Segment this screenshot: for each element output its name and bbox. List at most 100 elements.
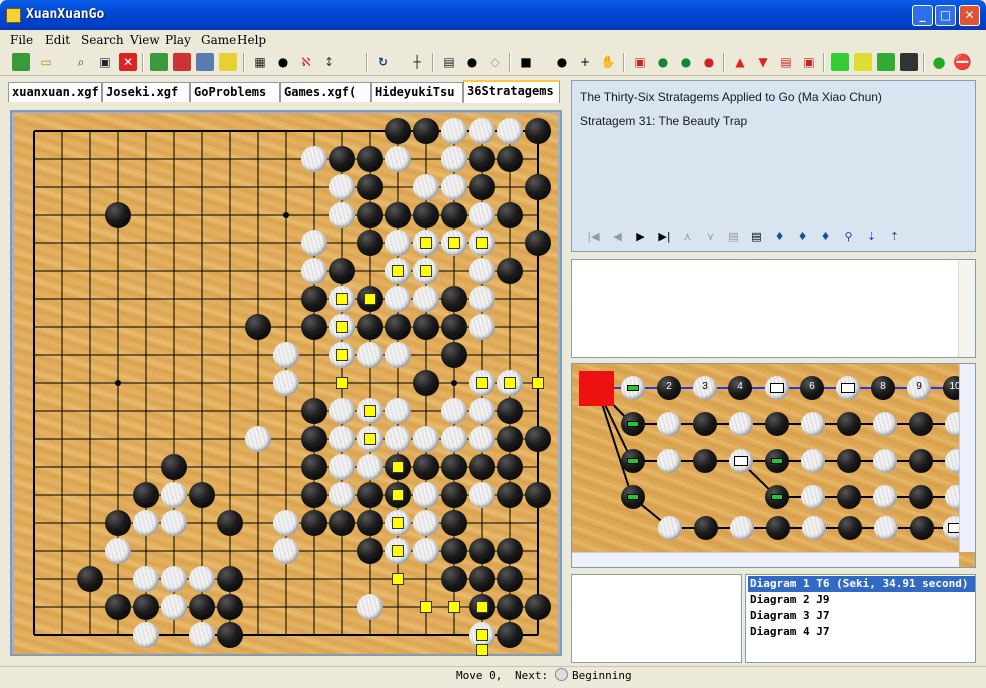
variation-item[interactable]: Diagram 4 J7 bbox=[748, 624, 975, 640]
arrow-up-icon[interactable]: ▲ bbox=[731, 53, 749, 71]
tree-node[interactable] bbox=[837, 412, 861, 436]
grid-icon[interactable] bbox=[150, 53, 168, 71]
engine-4-icon[interactable] bbox=[900, 53, 918, 71]
tree-node[interactable] bbox=[765, 412, 789, 436]
variation-item[interactable]: Diagram 3 J7 bbox=[748, 608, 975, 624]
stones-icon[interactable]: ● bbox=[553, 53, 571, 71]
minimize-button[interactable]: _ bbox=[912, 5, 933, 26]
tree-node[interactable] bbox=[766, 516, 790, 540]
tree-node[interactable] bbox=[694, 516, 718, 540]
rotate-icon[interactable]: ↻ bbox=[374, 53, 392, 71]
next-variation-icon[interactable]: ⋎ bbox=[700, 228, 721, 246]
comment-box[interactable] bbox=[571, 259, 976, 358]
open-folder-icon[interactable]: ▭ bbox=[37, 53, 55, 71]
tree-root-node[interactable] bbox=[579, 371, 614, 406]
tree-node[interactable] bbox=[658, 516, 682, 540]
board-view-icon[interactable] bbox=[196, 53, 214, 71]
arrow-down-icon[interactable]: ▼ bbox=[754, 53, 772, 71]
move-number-icon[interactable]: ● bbox=[274, 53, 292, 71]
tree-node[interactable] bbox=[909, 485, 933, 509]
tree-node[interactable] bbox=[838, 516, 862, 540]
engine-1-icon[interactable] bbox=[831, 53, 849, 71]
tree-node[interactable] bbox=[729, 412, 753, 436]
tab-hideyukitsu[interactable]: HideyukiTsu bbox=[371, 82, 463, 102]
search-up-icon[interactable]: ⇡ bbox=[884, 228, 905, 246]
flip-axis-icon[interactable]: ┼ bbox=[408, 53, 426, 71]
go-board[interactable] bbox=[14, 113, 558, 657]
coordinates-icon[interactable]: ℵ bbox=[297, 53, 315, 71]
binoculars-icon[interactable]: ⚲ bbox=[838, 228, 859, 246]
tree-node[interactable] bbox=[873, 449, 897, 473]
grid-red-icon[interactable] bbox=[173, 53, 191, 71]
branch-jump-icon[interactable]: ♦ bbox=[815, 228, 836, 246]
last-move-icon[interactable]: ▶| bbox=[654, 228, 675, 246]
tree-node[interactable] bbox=[836, 376, 860, 400]
menu-help[interactable]: Help bbox=[237, 33, 266, 47]
first-move-icon[interactable]: |◀ bbox=[583, 228, 604, 246]
tree-node[interactable] bbox=[801, 412, 825, 436]
play-mode-icon[interactable]: ● bbox=[654, 53, 672, 71]
tree-horizontal-scrollbar[interactable] bbox=[572, 552, 959, 567]
tab-joseki[interactable]: Joseki.xgf bbox=[102, 82, 190, 102]
tree-node[interactable] bbox=[693, 449, 717, 473]
menu-play[interactable]: Play bbox=[165, 33, 191, 47]
variation-item[interactable]: Diagram 2 J9 bbox=[748, 592, 975, 608]
tree-vertical-scrollbar[interactable] bbox=[959, 364, 975, 552]
menu-edit[interactable]: Edit bbox=[45, 33, 70, 47]
board-icon[interactable]: ▦ bbox=[251, 53, 269, 71]
tree-node[interactable] bbox=[621, 412, 645, 436]
tree-node[interactable] bbox=[765, 376, 789, 400]
tree-node[interactable] bbox=[873, 412, 897, 436]
comment-scrollbar[interactable] bbox=[958, 260, 975, 357]
comment-icon[interactable]: ▤ bbox=[777, 53, 795, 71]
tree-node[interactable] bbox=[693, 412, 717, 436]
branch-down-icon[interactable]: ♦ bbox=[792, 228, 813, 246]
tab-36stratagems[interactable]: 36Stratagems bbox=[463, 80, 560, 103]
comment-prev-icon[interactable]: ▤ bbox=[723, 228, 744, 246]
close-button[interactable]: ✕ bbox=[959, 5, 980, 26]
tree-node[interactable] bbox=[874, 516, 898, 540]
search-down-icon[interactable]: ⇣ bbox=[861, 228, 882, 246]
mark-icon[interactable]: ▣ bbox=[631, 53, 649, 71]
tree-node[interactable] bbox=[621, 449, 645, 473]
sort-icon[interactable]: ↕ bbox=[320, 53, 338, 71]
engine-3-icon[interactable] bbox=[877, 53, 895, 71]
close-file-icon[interactable]: ✕ bbox=[119, 53, 137, 71]
node-list[interactable] bbox=[571, 574, 742, 663]
tree-node[interactable] bbox=[657, 449, 681, 473]
tree-node[interactable] bbox=[801, 485, 825, 509]
tab-goproblems[interactable]: GoProblems bbox=[190, 82, 280, 102]
tree-node[interactable] bbox=[910, 516, 934, 540]
engine-2-icon[interactable] bbox=[854, 53, 872, 71]
info-icon[interactable]: ● bbox=[463, 53, 481, 71]
tree-node[interactable] bbox=[802, 516, 826, 540]
search-icon[interactable]: ⌕ bbox=[72, 53, 90, 71]
prev-move-icon[interactable]: ◀ bbox=[607, 228, 628, 246]
tree-node[interactable] bbox=[837, 485, 861, 509]
menu-view[interactable]: View bbox=[130, 33, 160, 47]
branch-up-icon[interactable]: ♦ bbox=[769, 228, 790, 246]
new-file-icon[interactable] bbox=[12, 53, 30, 71]
tree-node[interactable] bbox=[837, 449, 861, 473]
stone-square-icon[interactable]: ■ bbox=[517, 53, 535, 71]
tree-node[interactable] bbox=[657, 412, 681, 436]
play-mode-3-icon[interactable]: ● bbox=[700, 53, 718, 71]
variation-item[interactable]: Diagram 1 T6 (Seki, 34.91 second) bbox=[748, 576, 975, 592]
go-icon[interactable]: ● bbox=[930, 53, 948, 71]
tree-node[interactable] bbox=[621, 485, 645, 509]
eraser-icon[interactable]: ◇ bbox=[486, 53, 504, 71]
tree-node[interactable] bbox=[765, 485, 789, 509]
tree-node[interactable] bbox=[909, 412, 933, 436]
tab-xuanxuan[interactable]: xuanxuan.xgf bbox=[8, 82, 102, 102]
menu-search[interactable]: Search bbox=[81, 33, 124, 47]
delete-node-icon[interactable]: ▣ bbox=[800, 53, 818, 71]
play-mode-2-icon[interactable]: ● bbox=[677, 53, 695, 71]
game-tree[interactable]: 2 3 4 6 8 9 10 bbox=[571, 363, 976, 568]
tab-games[interactable]: Games.xgf( bbox=[280, 82, 371, 102]
tree-node[interactable] bbox=[801, 449, 825, 473]
comment-next-icon[interactable]: ▤ bbox=[746, 228, 767, 246]
tree-node[interactable] bbox=[729, 449, 753, 473]
tree-node[interactable] bbox=[873, 485, 897, 509]
tree-node[interactable] bbox=[765, 449, 789, 473]
menu-file[interactable]: File bbox=[10, 33, 33, 47]
